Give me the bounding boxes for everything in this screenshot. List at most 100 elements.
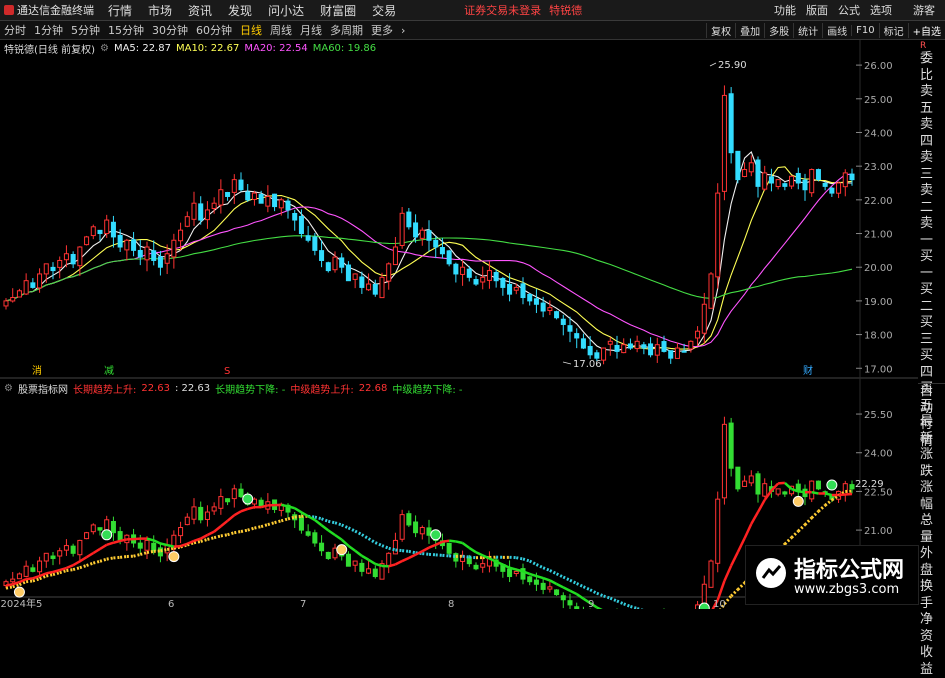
main-chart-title[interactable]: 特锐德(日线 前复权) [0,41,95,56]
sidebar-netasset[interactable]: 净资 [918,612,945,645]
chart-area[interactable]: 26.0025.0024.0023.0022.0021.0020.0019.00… [0,0,945,609]
btn-huaxian[interactable]: 画线 [822,23,851,38]
btn-f10[interactable]: F10 [851,25,878,36]
sub-candle-body [326,552,330,558]
long-trend-segment [409,551,416,552]
menu-faxian[interactable]: 发现 [220,2,260,19]
menu-zixun[interactable]: 资讯 [180,2,220,19]
tf-weekly[interactable]: 周线 [266,22,296,38]
sub-candle-body [199,507,203,519]
menu-gongshi[interactable]: 公式 [833,2,865,18]
sidebar-sell1[interactable]: 卖一 [918,216,945,249]
menu-wenxiaoda[interactable]: 问小达 [260,2,312,19]
more-chevron-icon[interactable]: › [397,24,409,37]
settings-gear-icon[interactable]: ⚙ [100,43,109,54]
date-axis-label: 7 [300,599,306,609]
long-trend-segment [523,559,530,561]
sub-candle-body [192,507,196,519]
long-trend-segment [597,593,604,596]
candle-body [340,258,344,267]
mid-trend-segment [785,483,792,489]
menu-jiaoyi[interactable]: 交易 [364,2,404,19]
menu-hangqing[interactable]: 行情 [100,2,140,19]
candle-body [830,188,834,193]
btn-zixuan[interactable]: +自选 [908,23,945,38]
mid-trend-segment [167,545,174,547]
sub-candle-body [521,569,525,579]
btn-biaoji[interactable]: 标记 [879,23,908,38]
sub-candle-body [98,528,102,530]
sub-candle-body [756,474,760,494]
candle-body [179,230,183,241]
candle-body [635,341,639,348]
sub-candle-body [467,557,471,563]
btn-fuquan[interactable]: 复权 [706,23,735,38]
tf-more[interactable]: 更多 [367,22,397,38]
sidebar-weibi[interactable]: 委比 [918,51,945,84]
sidebar-buy4[interactable]: 买四 [918,348,945,381]
guest-button[interactable]: 游客 [897,2,945,18]
tf-15min[interactable]: 15分钟 [104,22,148,38]
app-logo: 通达信金融终端 [0,2,100,18]
sidebar-earnings[interactable]: 收益 [918,645,945,678]
sidebar-sell2[interactable]: 卖二 [918,183,945,216]
candle-body [125,240,129,250]
sidebar-quote[interactable]: 行情 [918,417,945,450]
sidebar-change[interactable]: 涨跌 [918,447,945,480]
menu-caifuquan[interactable]: 财富圈 [312,2,364,19]
long-trend-segment [342,525,349,528]
sidebar-turnover[interactable]: 换手 [918,579,945,612]
sub-candle-body [320,543,324,551]
mid-trend-segment [201,535,208,539]
sub-candle-body [561,596,565,600]
tf-30min[interactable]: 30分钟 [148,22,192,38]
sub-axis-label: 21.00 [864,526,893,537]
candle-body [521,284,525,298]
candle-body [360,277,364,287]
sidebar-sell5[interactable]: 卖五 [918,84,945,117]
menu-shichang[interactable]: 市场 [140,2,180,19]
sidebar-sell4[interactable]: 卖四 [918,117,945,150]
long-up-value: 22.63 [141,383,170,394]
sidebar-buy2[interactable]: 买二 [918,282,945,315]
sidebar-sell3[interactable]: 卖三 [918,150,945,183]
btn-duogu[interactable]: 多股 [764,23,793,38]
long-trend-segment [308,516,315,517]
sub-candle-body [796,484,800,491]
menu-gongneng[interactable]: 功能 [769,2,801,18]
menu-banmian[interactable]: 版面 [801,2,833,18]
sidebar-r-marker[interactable]: R [918,41,945,51]
candle-body [353,274,357,279]
long-trend-segment [382,546,389,549]
signal-icon [827,480,837,490]
indicator-gear-icon[interactable]: ⚙ [0,383,13,394]
sidebar-buy3[interactable]: 买三 [918,315,945,348]
sub-candle-body [400,515,404,540]
sidebar-auto[interactable]: 自动 [918,384,945,417]
login-notice[interactable]: 证券交易未登录 [464,2,541,18]
sidebar-outer[interactable]: 外盘 [918,546,945,579]
tf-multi[interactable]: 多周期 [326,22,367,38]
tf-fenshi[interactable]: 分时 [0,22,30,38]
tf-60min[interactable]: 60分钟 [192,22,236,38]
mid-trend-segment [483,555,490,558]
sub-chart-title[interactable]: 股票指标网 [18,381,68,396]
sidebar-volume[interactable]: 总量 [918,513,945,546]
tf-daily[interactable]: 日线 [236,22,266,38]
btn-diejia[interactable]: 叠加 [735,23,764,38]
mid-trend-segment [66,565,73,568]
mid-trend-segment [718,581,725,600]
sidebar-buy1[interactable]: 买一 [918,249,945,282]
mid-down-label: 中级趋势下降: - [392,381,462,396]
candle-body [232,180,236,193]
sidebar-change-pct[interactable]: 涨幅 [918,480,945,513]
tf-5min[interactable]: 5分钟 [67,22,104,38]
long-trend-segment [100,559,107,561]
mid-trend-segment [812,492,819,493]
btn-tongji[interactable]: 统计 [793,23,822,38]
tf-1min[interactable]: 1分钟 [30,22,67,38]
tf-monthly[interactable]: 月线 [296,22,326,38]
long-trend-segment [187,543,194,545]
candle-body [373,284,377,294]
menu-xuanxiang[interactable]: 选项 [865,2,897,18]
